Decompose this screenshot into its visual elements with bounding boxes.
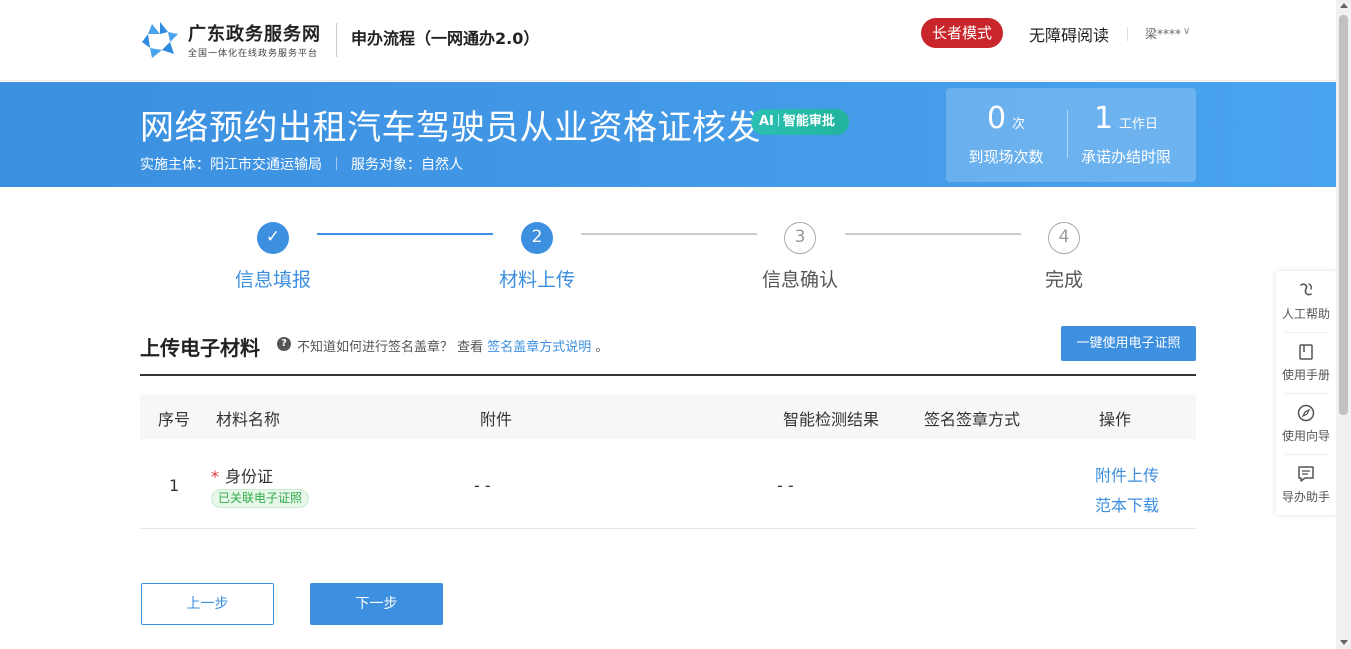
step-3-circle: 3 — [784, 222, 816, 254]
table-header: 序号 材料名称 附件 智能检测结果 签名签章方式 操作 — [140, 394, 1196, 439]
accessibility-link[interactable]: 无障碍阅读 — [1029, 22, 1109, 46]
step-2-circle: 2 — [521, 222, 553, 254]
detection-value: - - — [777, 476, 794, 495]
top-header: 广东政务服务网 全国一体化在线政务服务平台 申办流程（一网通办2.0） 长者模式… — [0, 0, 1336, 81]
col-attachment: 附件 — [480, 410, 513, 429]
download-template-link[interactable]: 范本下载 — [1095, 492, 1159, 516]
ai-approval-badge: AI 智能审批 — [751, 109, 849, 135]
brand-logo-icon — [142, 22, 178, 58]
use-e-certificate-button[interactable]: 一键使用电子证照 — [1061, 326, 1196, 361]
tool-label: 人工帮助 — [1281, 307, 1330, 321]
attachment-value: - - — [474, 476, 491, 495]
guide-tool[interactable]: 使用向导 — [1276, 393, 1336, 454]
signature-guide-link[interactable]: 签名盖章方式说明 — [487, 340, 591, 355]
human-help-icon — [1300, 283, 1313, 296]
stat-value: 0 — [986, 101, 1007, 136]
manual-tool[interactable]: 使用手册 — [1276, 332, 1336, 393]
stat-unit: 次 — [1012, 117, 1026, 132]
required-mark: * — [211, 467, 219, 486]
stat-value: 1 — [1093, 101, 1114, 136]
brand-subtitle: 全国一体化在线政务服务平台 — [188, 49, 319, 59]
chevron-down-icon[interactable]: ∨ — [1183, 26, 1190, 37]
ai-text: 智能审批 — [782, 114, 835, 129]
linked-certificate-badge: 已关联电子证照 — [211, 489, 310, 508]
tool-label: 导办助手 — [1281, 490, 1330, 504]
service-banner: 网络预约出租汽车驾驶员从业资格证核发 AI 智能审批 实施主体：阳江市交通运输局 服… — [0, 82, 1336, 187]
step-1-check-icon: ✓ — [257, 222, 289, 254]
col-detection: 智能检测结果 — [783, 410, 880, 429]
help-suffix: 。 — [591, 340, 609, 355]
section-divider — [140, 374, 1196, 376]
stats-box: 0次 到现场次数 1 工作日 承诺办结时限 — [946, 88, 1196, 182]
ai-label: AI — [759, 114, 774, 129]
compass-guide-icon — [1297, 404, 1315, 422]
scroll-up-arrow-icon[interactable] — [1340, 3, 1348, 8]
material-name-text: 身份证 — [225, 467, 274, 486]
step-connector — [845, 233, 1021, 235]
step-3-label: 信息确认 — [761, 269, 838, 291]
stat-label: 承诺办结时限 — [1080, 148, 1171, 166]
row-divider — [140, 528, 1196, 529]
stat-label: 到现场次数 — [968, 148, 1044, 166]
step-1-label: 信息填报 — [234, 269, 311, 291]
user-menu[interactable]: 梁**** — [1145, 25, 1181, 42]
help-text: 不知道如何进行签名盖章？ 查看 签名盖章方式说明 。 — [297, 336, 608, 355]
time-limit-stat: 1 工作日 承诺办结时限 — [1066, 102, 1186, 167]
assistant-tool[interactable]: 导办助手 — [1276, 454, 1336, 515]
col-material-name: 材料名称 — [216, 410, 281, 429]
col-actions: 操作 — [1099, 410, 1132, 429]
visit-count-stat: 0次 到现场次数 — [946, 102, 1066, 167]
page-title: 申办流程（一网通办2.0） — [351, 29, 540, 48]
stat-unit: 工作日 — [1119, 117, 1159, 132]
step-connector — [581, 233, 757, 235]
human-help-tool[interactable]: 人工帮助 — [1276, 271, 1336, 332]
manual-book-icon — [1299, 344, 1313, 360]
elder-mode-button[interactable]: 长者模式 — [921, 18, 1003, 48]
previous-step-button[interactable]: 上一步 — [141, 583, 274, 625]
step-connector — [317, 233, 493, 235]
page: 广东政务服务网 全国一体化在线政务服务平台 申办流程（一网通办2.0） 长者模式… — [0, 0, 1351, 649]
material-name: * 身份证 — [211, 463, 273, 487]
row-index: 1 — [169, 476, 180, 495]
section-title: 上传电子材料 — [140, 336, 260, 360]
meta-separator — [336, 157, 337, 170]
badge-separator — [777, 114, 779, 126]
col-signature: 签名签章方式 — [924, 410, 1021, 429]
authority-label: 实施主体：阳江市交通运输局 — [140, 157, 322, 173]
tool-label: 使用向导 — [1281, 429, 1330, 443]
step-4-label: 完成 — [1044, 269, 1083, 291]
service-title: 网络预约出租汽车驾驶员从业资格证核发 — [140, 108, 761, 148]
question-icon: ? — [277, 337, 291, 351]
chat-assistant-icon — [1298, 466, 1314, 482]
tool-label: 使用手册 — [1281, 368, 1330, 382]
brand-name: 广东政务服务网 — [188, 24, 321, 45]
vertical-scrollbar[interactable] — [1336, 0, 1351, 649]
user-divider — [1127, 27, 1128, 41]
scroll-down-arrow-icon[interactable] — [1340, 640, 1348, 645]
side-toolbar: 人工帮助 使用手册 使用向导 导办助手 — [1276, 271, 1336, 515]
step-4-circle: 4 — [1048, 222, 1080, 254]
col-index: 序号 — [158, 410, 191, 429]
help-prefix: 不知道如何进行签名盖章？ 查看 — [297, 340, 488, 355]
step-2-label: 材料上传 — [498, 269, 575, 291]
upload-attachment-link[interactable]: 附件上传 — [1095, 462, 1159, 486]
header-divider — [336, 23, 337, 57]
scroll-thumb[interactable] — [1339, 15, 1348, 415]
next-step-button[interactable]: 下一步 — [310, 583, 443, 625]
service-meta: 实施主体：阳江市交通运输局 服务对象：自然人 — [140, 154, 463, 174]
target-label: 服务对象：自然人 — [351, 157, 463, 173]
